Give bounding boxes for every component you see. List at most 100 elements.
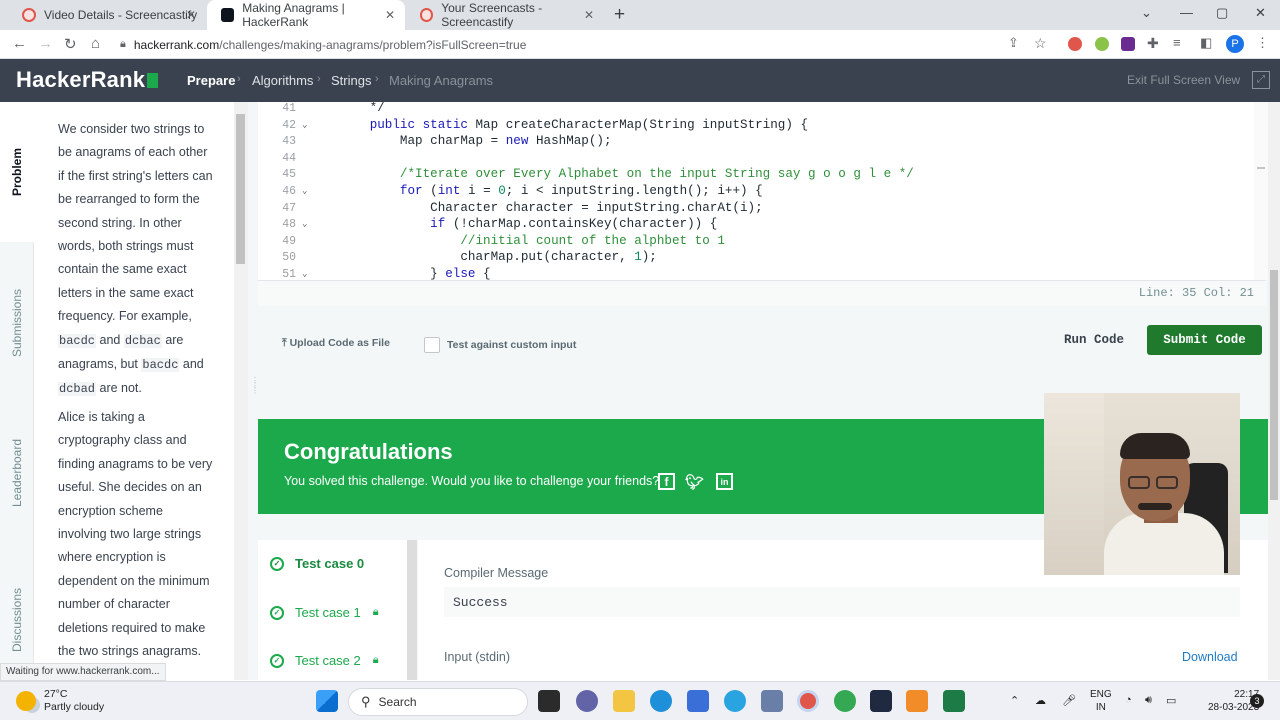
purple-extension-icon[interactable] [1121, 37, 1135, 51]
testcase-scrollbar[interactable] [407, 540, 417, 680]
code-line[interactable]: 43 Map charMap = new HashMap(); [258, 133, 1266, 150]
window-close-icon[interactable]: ✕ [1255, 5, 1266, 21]
weather-desc: Partly cloudy [44, 701, 105, 713]
twitter-icon[interactable]: 🐦︎ [685, 473, 704, 491]
lang-code: ENG [1090, 689, 1112, 700]
exit-full-screen-link[interactable]: Exit Full Screen View [1127, 73, 1240, 87]
fold-chevron-icon[interactable]: ⌄ [302, 216, 307, 233]
task-view-icon[interactable] [538, 690, 560, 712]
battery-icon[interactable]: ▭ [1166, 694, 1176, 707]
volume-icon[interactable]: 🔊︎ [1145, 694, 1152, 707]
shield-extension-icon[interactable] [1095, 37, 1109, 51]
testcase-0[interactable]: ✓ Test case 0 [270, 556, 364, 571]
close-icon[interactable]: ✕ [584, 8, 594, 22]
app-icon[interactable] [906, 690, 928, 712]
screencastify-extension-icon[interactable] [1068, 37, 1082, 51]
cloud-icon[interactable]: ☁ [1035, 694, 1046, 707]
testcase-1[interactable]: ✓ Test case 1 🔒︎ [270, 605, 379, 620]
fold-chevron-icon[interactable]: ⌄ [302, 183, 307, 200]
code-line[interactable]: 48 ⌄ if (!charMap.containsKey(character))… [258, 216, 1266, 233]
code-line[interactable]: 51 ⌄ } else { [258, 266, 1266, 280]
store-icon[interactable] [687, 690, 709, 712]
code-line[interactable]: 46 ⌄ for (int i = 0; i < inputString.leng… [258, 183, 1266, 200]
hackerrank-logo[interactable]: HackerRank [16, 67, 159, 93]
code-text: //initial count of the alphbet to 1 [460, 233, 725, 248]
file-explorer-icon[interactable] [613, 690, 635, 712]
code-text: Map charMap = new HashMap(); [347, 134, 612, 149]
close-icon[interactable]: ✕ [186, 8, 196, 22]
breadcrumb-strings[interactable]: Strings [331, 73, 371, 88]
wifi-icon[interactable]: ◔ [1125, 694, 1132, 706]
download-link[interactable]: Download [1182, 650, 1238, 664]
url-field[interactable]: 🔒︎ hackerrank.com/challenges/making-anag… [116, 33, 1056, 56]
minimize-icon[interactable]: — [1180, 5, 1193, 20]
side-panel-icon[interactable]: ◧ [1200, 35, 1212, 51]
problem-scrollbar[interactable] [234, 102, 248, 680]
custom-input-label[interactable]: Test against custom input [447, 339, 576, 351]
browser-tab-video-details[interactable]: Video Details - Screencastify ✕ [8, 0, 206, 30]
close-icon[interactable]: ✕ [385, 8, 395, 22]
webex-icon[interactable] [870, 690, 892, 712]
scrollbar-thumb[interactable] [1270, 270, 1278, 500]
code-line[interactable]: 42 ⌄ public static Map createCharacterMap… [258, 117, 1266, 134]
taskbar-search[interactable]: ⚲ Search [348, 688, 528, 716]
breadcrumb-prepare[interactable]: Prepare [187, 73, 235, 88]
tab-problem[interactable]: Problem [0, 102, 34, 242]
browser-tab-screencasts[interactable]: Your Screencasts - Screencastify ✕ [406, 0, 604, 30]
testcase-2[interactable]: ✓ Test case 2 🔒︎ [270, 653, 379, 668]
back-icon[interactable]: ← [12, 35, 27, 52]
extensions-puzzle-icon[interactable]: ✚ [1147, 35, 1159, 52]
chat-icon[interactable] [576, 690, 598, 712]
maximize-icon[interactable]: ▢ [1216, 5, 1228, 21]
submit-code-button[interactable]: Submit Code [1147, 325, 1262, 355]
fold-chevron-icon[interactable]: ⌄ [302, 266, 307, 280]
exit-full-screen-icon[interactable]: ⤢ [1252, 71, 1270, 89]
facebook-icon[interactable]: f [658, 473, 675, 490]
fold-chevron-icon[interactable]: ⌄ [302, 117, 307, 134]
editor-scrollbar[interactable] [1254, 102, 1268, 280]
linkedin-icon[interactable]: in [716, 473, 733, 490]
forward-icon[interactable]: → [38, 35, 53, 52]
custom-input-checkbox[interactable] [424, 337, 440, 353]
breadcrumb-algorithms[interactable]: Algorithms [252, 73, 313, 88]
tab-leaderboard[interactable]: Leaderboard [0, 398, 34, 548]
windows-start-icon[interactable] [316, 690, 338, 712]
code-line[interactable]: 49 //initial count of the alphbet to 1 [258, 233, 1266, 250]
edge-icon[interactable] [650, 690, 672, 712]
tab-submissions[interactable]: Submissions [0, 250, 34, 396]
profile-avatar[interactable]: P [1226, 35, 1244, 53]
chevron-right-icon: › [317, 73, 321, 85]
language-indicator[interactable]: ENG IN [1090, 688, 1112, 714]
chevron-up-icon[interactable]: ⌃ [1010, 694, 1019, 707]
network-app-icon[interactable] [761, 690, 783, 712]
code-line[interactable]: 45 /*Iterate over Every Alphabet on the … [258, 166, 1266, 183]
share-icon[interactable]: ⇪ [1008, 35, 1019, 51]
weather-app-icon[interactable] [724, 690, 746, 712]
browser-tab-hackerrank[interactable]: Making Anagrams | HackerRank ✕ [207, 0, 405, 30]
panel-splitter[interactable]: ⋮ ⋮ ⋮ [248, 102, 259, 680]
code-line[interactable]: 47 Character character = inputString.cha… [258, 200, 1266, 217]
webcam-overlay[interactable] [1044, 393, 1240, 575]
code-editor[interactable]: 41 */42 ⌄ public static Map createCharact… [258, 102, 1266, 280]
upload-code-button[interactable]: ⤒ Upload Code as File [282, 337, 390, 350]
home-icon[interactable]: ⌂ [91, 35, 100, 52]
microphone-icon[interactable]: 🎤︎ [1062, 694, 1076, 707]
scrollbar-thumb[interactable] [236, 114, 245, 264]
tab-search-icon[interactable]: ⌄ [1141, 5, 1152, 21]
weather-widget[interactable]: 27°C Partly cloudy [16, 688, 104, 714]
excel-icon[interactable] [943, 690, 965, 712]
run-code-button[interactable]: Run Code [1051, 325, 1137, 355]
kebab-menu-icon[interactable]: ⋮ [1256, 35, 1269, 51]
code-line[interactable]: 50 charMap.put(character, 1); [258, 249, 1266, 266]
code-line[interactable]: 44 [258, 150, 1266, 167]
screencastify-taskbar-icon[interactable] [797, 690, 819, 712]
code-line[interactable]: 41 */ [258, 102, 1266, 117]
new-tab-icon[interactable]: + [614, 4, 625, 26]
notification-badge[interactable]: 3 [1250, 694, 1264, 708]
chrome-icon[interactable] [834, 690, 856, 712]
check-circle-icon: ✓ [270, 653, 284, 668]
page-scrollbar[interactable] [1268, 102, 1280, 680]
reading-list-icon[interactable]: ≡ [1173, 35, 1181, 50]
bookmark-star-icon[interactable]: ☆ [1034, 35, 1047, 52]
reload-icon[interactable]: ↻ [64, 35, 77, 53]
